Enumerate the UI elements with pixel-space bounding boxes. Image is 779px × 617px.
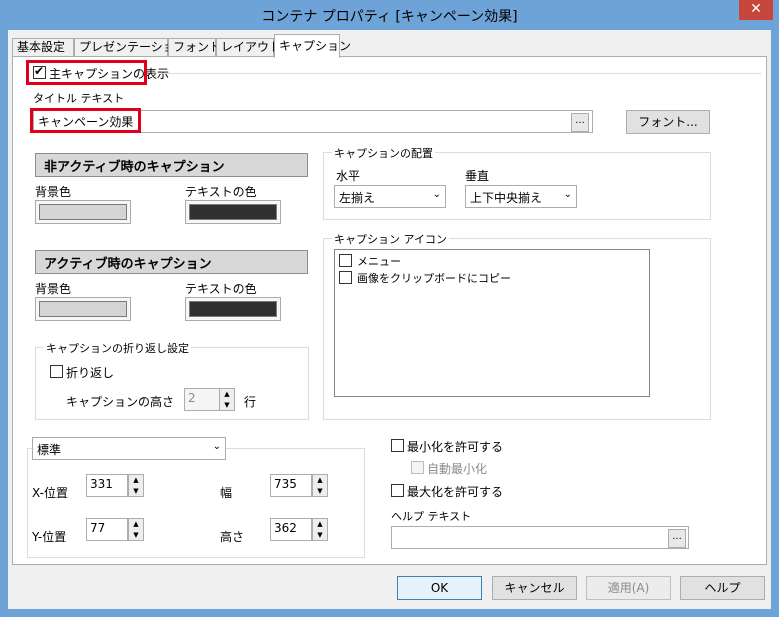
inactive-text-swatch xyxy=(189,204,277,220)
cancel-button[interactable]: キャンセル xyxy=(492,576,577,600)
position-size-group: 標準 ⌄ X-位置 331 ▲▼ 幅 735 ▲▼ Y-位置 77 ▲▼ xyxy=(27,437,365,558)
height-spin-buttons[interactable]: ▲ ▼ xyxy=(312,518,328,541)
active-caption-header: アクティブ時のキャプション xyxy=(35,250,308,274)
dialog-window: コンテナ プロパティ [キャンペーン効果] ✕ 基本設定 プレゼンテーション フ… xyxy=(0,0,779,617)
caption-icons-list[interactable]: メニュー 画像をクリップボードにコピー xyxy=(334,249,650,397)
spin-down-icon: ▼ xyxy=(133,531,139,539)
spin-down-icon: ▼ xyxy=(317,531,323,539)
allow-maximize-checkbox[interactable] xyxy=(391,484,404,497)
x-position-input[interactable]: 331 xyxy=(86,474,128,497)
close-icon: ✕ xyxy=(750,1,762,17)
caption-placement-group-title: キャプションの配置 xyxy=(332,145,435,161)
position-mode-value: 標準 xyxy=(37,443,62,457)
tab-presentation[interactable]: プレゼンテーション xyxy=(74,38,187,57)
caption-wrap-group: キャプションの折り返し設定 折り返し キャプションの高さ 2 ▲ ▼ 行 xyxy=(35,340,309,420)
active-bg-color-picker[interactable] xyxy=(35,297,131,321)
spin-down-icon: ▼ xyxy=(224,401,230,409)
caption-icons-group-title: キャプション アイコン xyxy=(332,231,449,247)
active-text-label: テキストの色 xyxy=(185,282,257,296)
title-bar[interactable]: コンテナ プロパティ [キャンペーン効果] ✕ xyxy=(0,0,779,30)
vertical-align-select[interactable]: 上下中央揃え ⌄ xyxy=(465,185,577,208)
active-bg-label: 背景色 xyxy=(35,282,72,296)
ok-button[interactable]: OK xyxy=(397,576,482,600)
inactive-text-color-picker[interactable] xyxy=(185,200,281,224)
spin-up-icon: ▲ xyxy=(133,520,139,528)
tab-basic[interactable]: 基本設定 xyxy=(12,38,74,57)
caption-height-unit: 行 xyxy=(244,395,257,409)
window-title: コンテナ プロパティ [キャンペーン効果] xyxy=(261,9,518,25)
y-position-input[interactable]: 77 xyxy=(86,518,128,541)
height-input[interactable]: 362 xyxy=(270,518,312,541)
allow-maximize-label: 最大化を許可する xyxy=(407,485,504,499)
caption-tab-panel: 主キャプションの表示 タイトル テキスト キャンペーン効果 ... フォント..… xyxy=(12,56,767,565)
width-input[interactable]: 735 xyxy=(270,474,312,497)
inactive-bg-label: 背景色 xyxy=(35,185,72,199)
tab-font[interactable]: フォント xyxy=(168,38,221,57)
help-button[interactable]: ヘルプ xyxy=(680,576,765,600)
spin-up-icon: ▲ xyxy=(224,390,230,398)
chevron-down-icon: ⌄ xyxy=(432,189,441,200)
y-position-spin-buttons[interactable]: ▲ ▼ xyxy=(128,518,144,541)
icon-copy-checkbox[interactable] xyxy=(339,271,352,284)
title-text-browse-button[interactable]: ... xyxy=(571,113,589,132)
wrap-label: 折り返し xyxy=(66,366,115,380)
icon-menu-label: メニュー xyxy=(357,255,401,268)
active-text-swatch xyxy=(189,301,277,317)
active-bg-swatch xyxy=(39,301,127,317)
chevron-down-icon: ⌄ xyxy=(563,189,572,200)
allow-minimize-checkbox[interactable] xyxy=(391,439,404,452)
tab-layout[interactable]: レイアウト xyxy=(216,38,281,57)
icon-menu-checkbox[interactable] xyxy=(339,254,352,267)
title-text-label: タイトル テキスト xyxy=(33,92,125,105)
width-label: 幅 xyxy=(220,486,233,500)
help-text-input[interactable] xyxy=(391,526,689,549)
caption-placement-group: キャプションの配置 水平 垂直 左揃え ⌄ 上下中央揃え ⌄ xyxy=(323,145,711,220)
y-position-label: Y-位置 xyxy=(32,530,67,544)
close-button[interactable]: ✕ xyxy=(739,0,773,20)
vertical-align-value: 上下中央揃え xyxy=(470,191,543,205)
caption-height-input[interactable]: 2 xyxy=(184,388,220,411)
auto-minimize-checkbox[interactable] xyxy=(411,461,424,474)
horizontal-align-value: 左揃え xyxy=(339,191,376,205)
horizontal-align-select[interactable]: 左揃え ⌄ xyxy=(334,185,446,208)
inactive-text-label: テキストの色 xyxy=(185,185,257,199)
active-text-color-picker[interactable] xyxy=(185,297,281,321)
inactive-caption-header: 非アクティブ時のキャプション xyxy=(35,153,308,177)
font-button[interactable]: フォント... xyxy=(626,110,710,134)
width-spin-buttons[interactable]: ▲ ▼ xyxy=(312,474,328,497)
spin-down-icon: ▼ xyxy=(317,487,323,495)
spin-up-icon: ▲ xyxy=(317,520,323,528)
chevron-down-icon: ⌄ xyxy=(212,441,221,452)
caption-wrap-group-title: キャプションの折り返し設定 xyxy=(44,340,191,356)
icon-copy-label: 画像をクリップボードにコピー xyxy=(357,272,511,285)
help-text-label: ヘルプ テキスト xyxy=(391,510,472,523)
allow-minimize-label: 最小化を許可する xyxy=(407,440,504,454)
caption-height-label: キャプションの高さ xyxy=(66,395,175,409)
x-position-spin-buttons[interactable]: ▲ ▼ xyxy=(128,474,144,497)
caption-icons-group: キャプション アイコン メニュー 画像をクリップボードにコピー xyxy=(323,231,711,420)
inactive-bg-color-picker[interactable] xyxy=(35,200,131,224)
spin-up-icon: ▲ xyxy=(133,476,139,484)
tab-caption[interactable]: キャプション xyxy=(274,34,351,58)
position-mode-select[interactable]: 標準 ⌄ xyxy=(32,437,226,460)
height-label: 高さ xyxy=(220,530,245,544)
horizontal-label: 水平 xyxy=(336,169,361,183)
apply-button[interactable]: 適用(A) xyxy=(586,576,671,600)
dialog-client: 基本設定 プレゼンテーション フォント レイアウト キャプション 主キャプション… xyxy=(8,30,771,609)
spin-up-icon: ▲ xyxy=(317,476,323,484)
vertical-label: 垂直 xyxy=(465,169,490,183)
wrap-checkbox[interactable] xyxy=(50,365,63,378)
caption-section-divider xyxy=(161,73,761,74)
highlight-title-text xyxy=(30,108,141,133)
x-position-label: X-位置 xyxy=(32,486,68,500)
caption-height-spin-buttons[interactable]: ▲ ▼ xyxy=(219,388,235,411)
auto-minimize-label: 自動最小化 xyxy=(427,462,488,476)
highlight-show-caption xyxy=(26,60,147,85)
inactive-bg-swatch xyxy=(39,204,127,220)
help-text-browse-button[interactable]: ... xyxy=(668,529,686,548)
spin-down-icon: ▼ xyxy=(133,487,139,495)
